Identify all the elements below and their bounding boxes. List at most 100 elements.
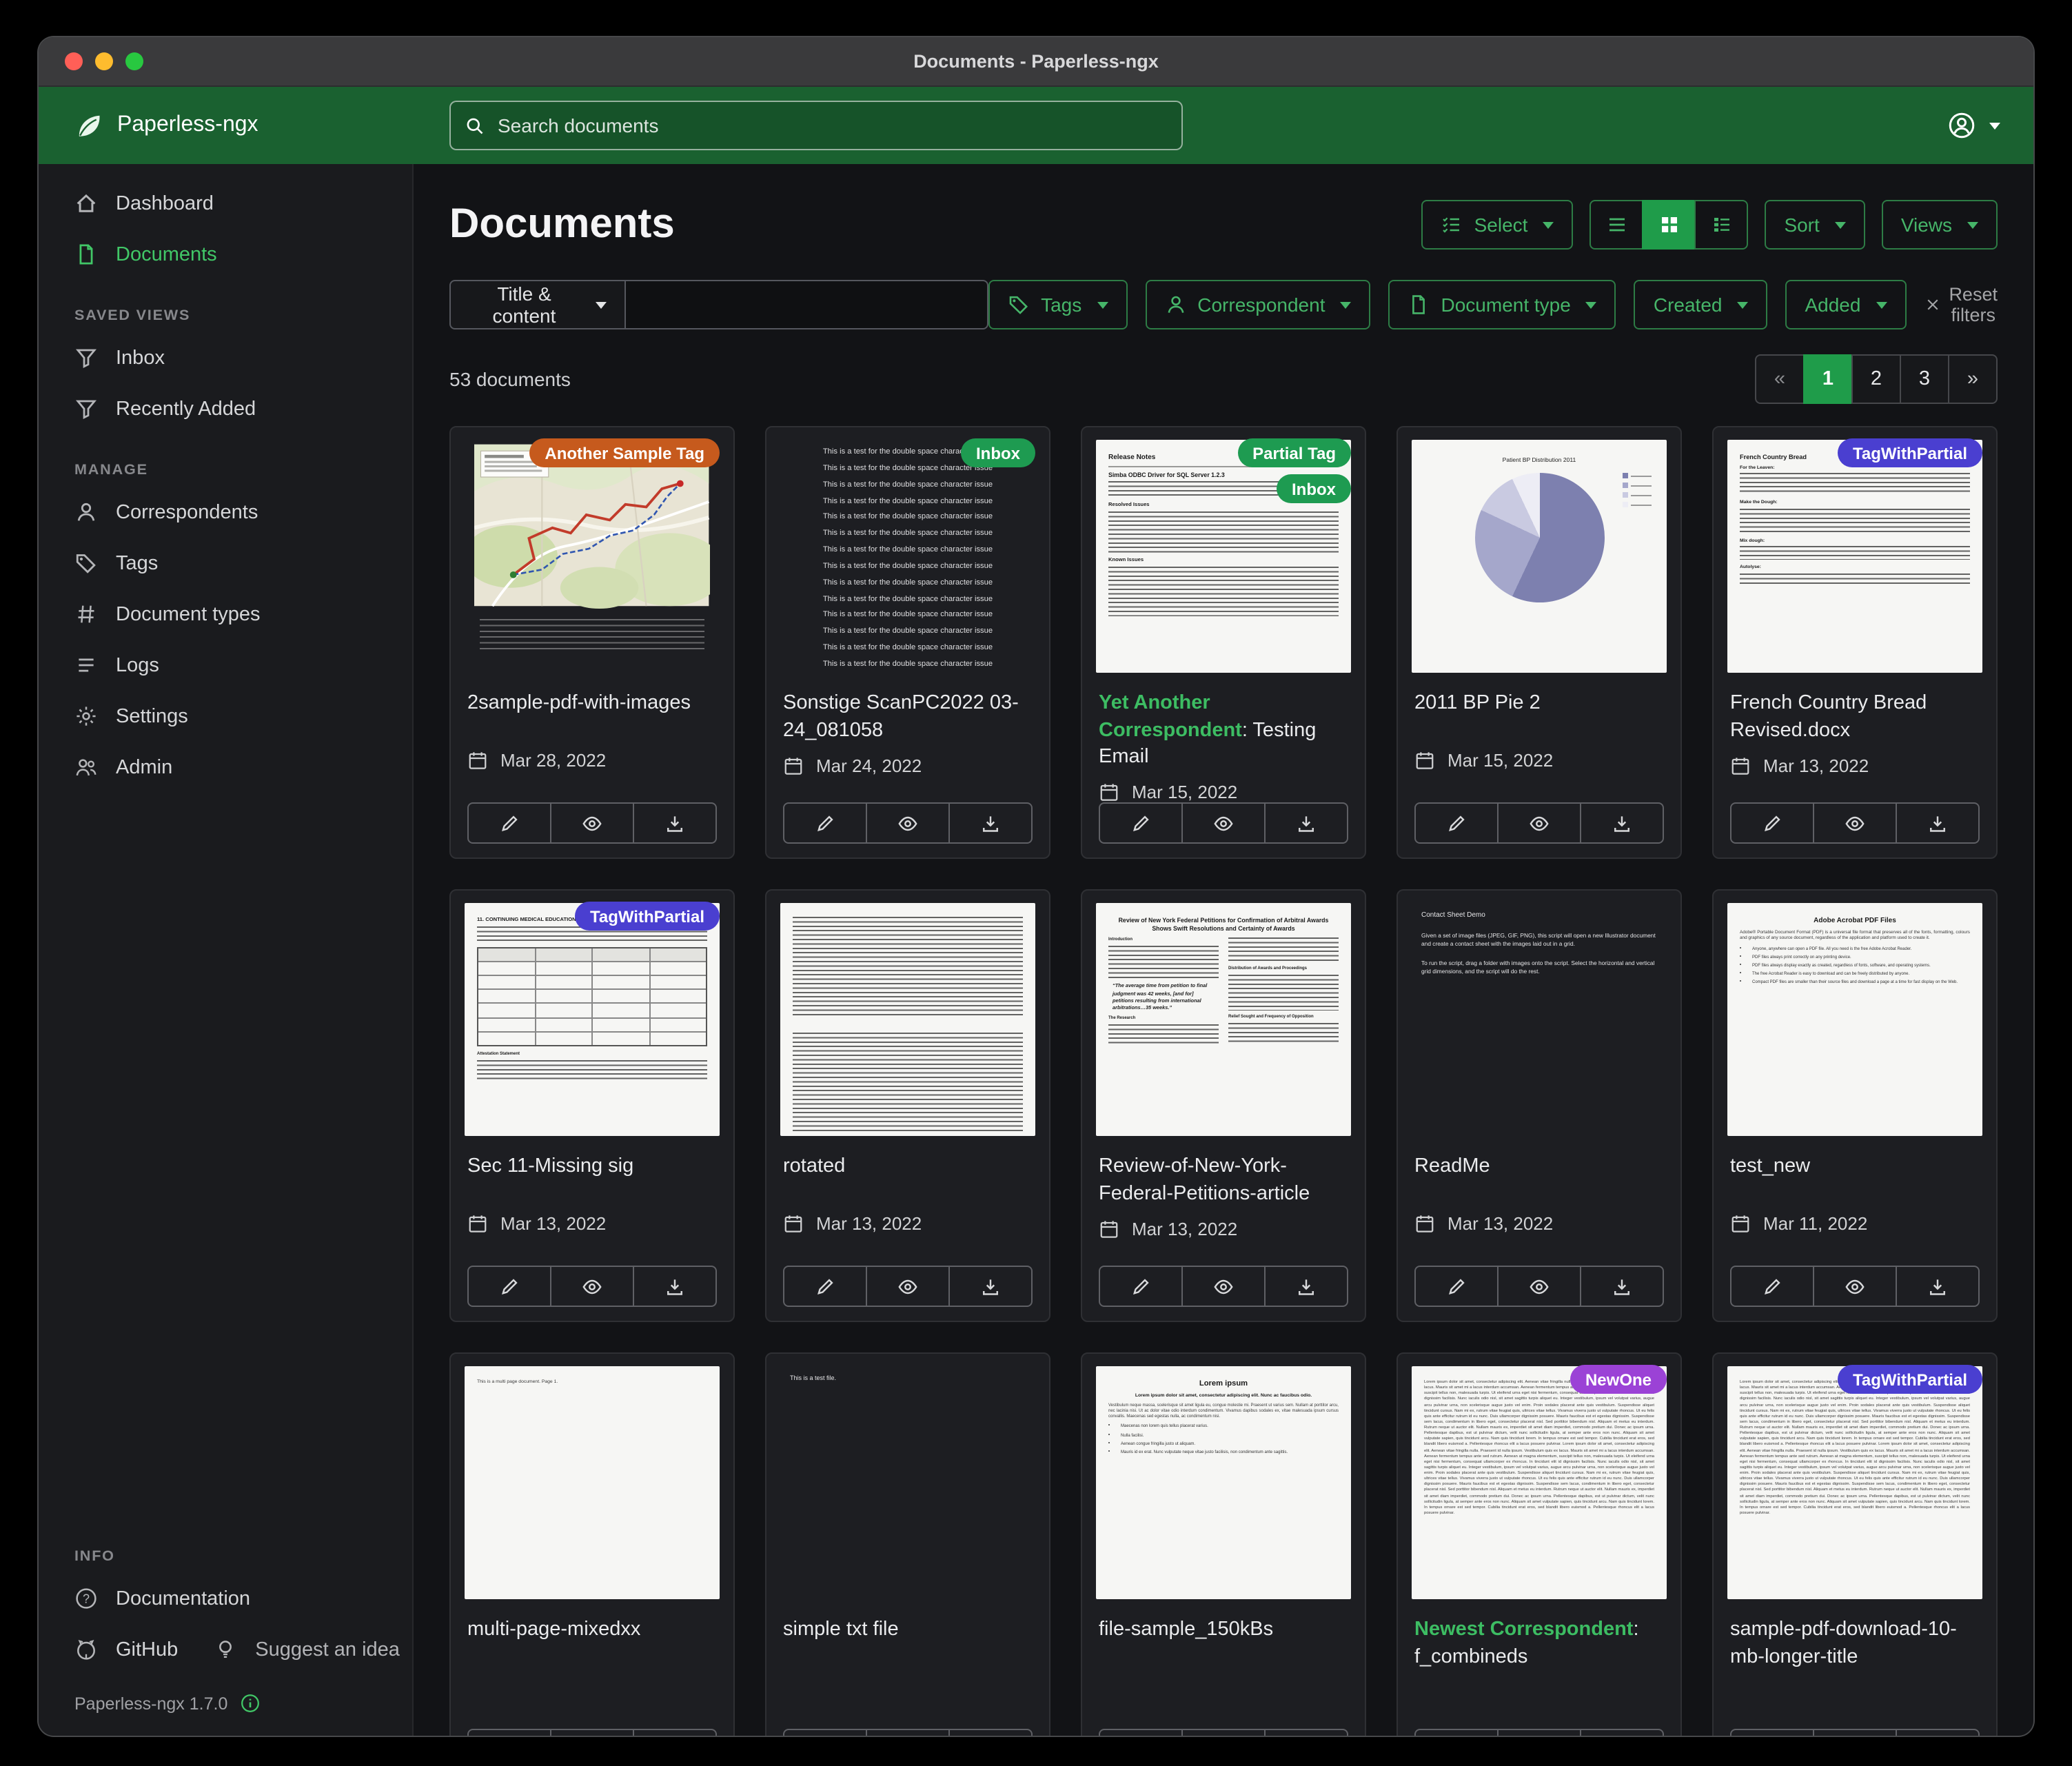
tag-pill[interactable]: TagWithPartial <box>575 902 720 931</box>
document-correspondent[interactable]: Yet Another Correspondent <box>1099 692 1242 741</box>
edit-document-button[interactable] <box>1414 1266 1499 1307</box>
download-document-button[interactable] <box>633 1266 717 1307</box>
sidebar-item-logs[interactable]: Logs <box>39 640 412 691</box>
edit-document-button[interactable] <box>1414 802 1499 844</box>
detail-view-button[interactable] <box>1694 200 1748 250</box>
preview-document-button[interactable] <box>866 1266 950 1307</box>
sidebar-item-suggest-idea[interactable]: Suggest an idea <box>192 1624 414 1675</box>
edit-document-button[interactable] <box>1730 1266 1814 1307</box>
preview-document-button[interactable] <box>1813 1266 1897 1307</box>
sidebar-item-settings[interactable]: Settings <box>39 691 412 742</box>
preview-document-button[interactable] <box>550 802 634 844</box>
document-card[interactable]: rotatedMar 13, 2022 <box>765 889 1050 1322</box>
sidebar-item-admin[interactable]: Admin <box>39 742 412 793</box>
document-title-link[interactable]: French Country Bread Revised.docx <box>1714 678 1996 744</box>
download-document-button[interactable] <box>1264 802 1348 844</box>
document-card[interactable]: This is a test for the double space char… <box>765 426 1050 859</box>
preview-document-button[interactable] <box>1497 1266 1581 1307</box>
pagination-prev-button[interactable]: « <box>1755 354 1805 404</box>
added-filter-button[interactable]: Added <box>1785 280 1906 329</box>
preview-document-button[interactable] <box>1813 1729 1897 1736</box>
sidebar-item-correspondents[interactable]: Correspondents <box>39 487 412 538</box>
tag-pill[interactable]: Another Sample Tag <box>529 438 720 467</box>
user-menu[interactable] <box>1948 112 2000 139</box>
document-thumbnail[interactable]: Contact Sheet DemoGiven a set of image f… <box>1398 891 1680 1141</box>
search-box[interactable] <box>449 101 1183 150</box>
sidebar-item-documents[interactable]: Documents <box>39 229 412 280</box>
edit-document-button[interactable] <box>467 1729 551 1736</box>
tags-filter-button[interactable]: Tags <box>988 280 1127 329</box>
document-title-link[interactable]: Sec 11-Missing sig <box>451 1141 733 1202</box>
document-title-link[interactable]: ReadMe <box>1398 1141 1680 1202</box>
edit-document-button[interactable] <box>1414 1729 1499 1736</box>
sidebar-item-dashboard[interactable]: Dashboard <box>39 178 412 229</box>
pagination-page-3[interactable]: 3 <box>1900 354 1949 404</box>
title-content-input[interactable] <box>627 280 988 329</box>
edit-document-button[interactable] <box>1099 802 1183 844</box>
edit-document-button[interactable] <box>467 1266 551 1307</box>
preview-document-button[interactable] <box>866 1729 950 1736</box>
tag-pill[interactable]: TagWithPartial <box>1838 438 1982 467</box>
correspondent-filter-button[interactable]: Correspondent <box>1145 280 1370 329</box>
tag-pill[interactable]: Inbox <box>1277 474 1351 503</box>
document-thumbnail[interactable] <box>766 891 1049 1141</box>
document-thumbnail[interactable]: Adobe Acrobat PDF FilesAdobe® Portable D… <box>1714 891 1996 1141</box>
document-thumbnail[interactable]: Review of New York Federal Petitions for… <box>1082 891 1365 1141</box>
document-title-link[interactable]: multi-page-mixedxx <box>451 1605 733 1665</box>
download-document-button[interactable] <box>633 1729 717 1736</box>
document-card[interactable]: Contact Sheet DemoGiven a set of image f… <box>1396 889 1682 1322</box>
document-title-link[interactable]: simple txt file <box>766 1605 1049 1665</box>
sidebar-item-recently-added[interactable]: Recently Added <box>39 383 412 434</box>
download-document-button[interactable] <box>1580 1266 1664 1307</box>
document-card[interactable]: Lorem ipsum dolor sit amet, consectetur … <box>1712 1352 1998 1736</box>
document-title-link[interactable]: file-sample_150kBs <box>1082 1605 1365 1665</box>
pagination-next-button[interactable]: » <box>1948 354 1998 404</box>
sidebar-item-tags[interactable]: Tags <box>39 538 412 589</box>
edit-document-button[interactable] <box>1730 1729 1814 1736</box>
document-card[interactable]: Patient BP Distribution 20112011 BP Pie … <box>1396 426 1682 859</box>
document-correspondent[interactable]: Newest Correspondent <box>1414 1618 1633 1641</box>
document-card[interactable]: Adobe Acrobat PDF FilesAdobe® Portable D… <box>1712 889 1998 1322</box>
edit-document-button[interactable] <box>467 802 551 844</box>
download-document-button[interactable] <box>948 1729 1033 1736</box>
document-card[interactable]: Review of New York Federal Petitions for… <box>1081 889 1366 1322</box>
list-view-button[interactable] <box>1589 200 1643 250</box>
info-circle-icon[interactable] <box>240 1693 261 1714</box>
document-title-link[interactable]: test_new <box>1714 1141 1996 1202</box>
grid-view-button[interactable] <box>1642 200 1696 250</box>
document-title-link[interactable]: 2sample-pdf-with-images <box>451 678 733 739</box>
document-title-link[interactable]: Review-of-New-York-Federal-Petitions-art… <box>1082 1141 1365 1208</box>
edit-document-button[interactable] <box>783 1266 867 1307</box>
sidebar-item-github[interactable]: GitHub <box>39 1624 192 1675</box>
reset-filters-button[interactable]: Reset filters <box>1924 284 1998 325</box>
pagination-page-2[interactable]: 2 <box>1851 354 1901 404</box>
document-title-link[interactable]: Sonstige ScanPC2022 03-24_081058 <box>766 678 1049 744</box>
edit-document-button[interactable] <box>1099 1266 1183 1307</box>
tag-pill[interactable]: TagWithPartial <box>1838 1365 1982 1394</box>
document-title-link[interactable]: Newest Correspondent: f_combineds <box>1398 1605 1680 1671</box>
document-card[interactable]: Another Sample Tag 2sample-pdf-with-image… <box>449 426 735 859</box>
select-button[interactable]: Select <box>1422 200 1574 250</box>
sort-button[interactable]: Sort <box>1765 200 1865 250</box>
download-document-button[interactable] <box>1896 1729 1980 1736</box>
document-card[interactable]: This is a test file.simple txt file <box>765 1352 1050 1736</box>
tag-pill[interactable]: Inbox <box>961 438 1035 467</box>
search-input[interactable] <box>498 114 1168 136</box>
created-filter-button[interactable]: Created <box>1634 280 1768 329</box>
document-title-link[interactable]: sample-pdf-download-10-mb-longer-title <box>1714 1605 1996 1671</box>
document-thumbnail[interactable]: This is a test file. <box>766 1354 1049 1605</box>
download-document-button[interactable] <box>1264 1266 1348 1307</box>
document-card[interactable]: Release NotesSimba ODBC Driver for SQL S… <box>1081 426 1366 859</box>
document-card[interactable]: Lorem ipsum dolor sit amet, consectetur … <box>1396 1352 1682 1736</box>
preview-document-button[interactable] <box>550 1266 634 1307</box>
document-thumbnail[interactable]: This is a multi page document. Page 1. <box>451 1354 733 1605</box>
document-card[interactable]: French Country BreadFor the Leaven:Make … <box>1712 426 1998 859</box>
download-document-button[interactable] <box>633 802 717 844</box>
download-document-button[interactable] <box>1896 1266 1980 1307</box>
document-card[interactable]: 11. CONTINUING MEDICAL EDUCATIONAttestat… <box>449 889 735 1322</box>
document-title-link[interactable]: 2011 BP Pie 2 <box>1398 678 1680 739</box>
tag-pill[interactable]: NewOne <box>1570 1365 1667 1394</box>
document-thumbnail[interactable]: Patient BP Distribution 2011 <box>1398 427 1680 678</box>
download-document-button[interactable] <box>1580 1729 1664 1736</box>
views-button[interactable]: Views <box>1882 200 1998 250</box>
